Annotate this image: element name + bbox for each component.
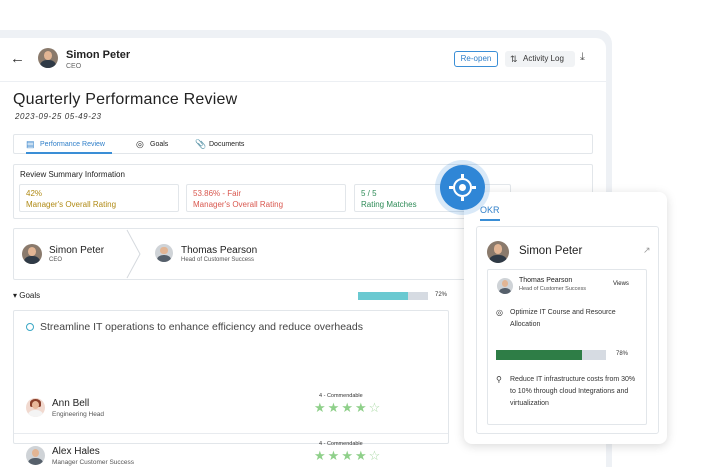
- goals-section-header[interactable]: ▾ Goals 72%: [13, 290, 453, 304]
- summary-card-value: 53.86% - Fair: [193, 189, 242, 198]
- reviewer-name: Simon Peter: [49, 245, 105, 256]
- summary-card-label: Rating Matches: [361, 200, 417, 209]
- activity-log-label: Activity Log: [523, 54, 564, 63]
- goals-progress-label: 72%: [435, 292, 448, 298]
- goals-progress-bar: [358, 292, 428, 300]
- avatar: [22, 244, 42, 264]
- review-icon: ▤: [26, 139, 35, 149]
- member-role: Engineering Head: [52, 411, 105, 418]
- user-name: Simon Peter: [66, 49, 131, 61]
- avatar: [38, 48, 58, 68]
- tab-label: Goals: [150, 141, 169, 148]
- star-filled-icon[interactable]: ★: [314, 400, 328, 415]
- star-empty-icon[interactable]: ☆: [369, 448, 383, 463]
- okr-member-name: Thomas Pearson: [519, 277, 573, 284]
- goal-objective-card: Streamline IT operations to enhance effi…: [13, 310, 449, 466]
- rating-label: 4 - Commendable: [319, 441, 363, 447]
- chevron-right-icon: [126, 229, 141, 279]
- okr-key-result-text: Reduce IT infrastructure costs from 30% …: [510, 376, 636, 407]
- summary-card-label: Manager's Overall Rating: [193, 200, 284, 209]
- member-name: Ann Bell: [52, 398, 90, 409]
- summary-card: 42% Manager's Overall Rating: [19, 184, 179, 212]
- summary-title: Review Summary Information: [20, 170, 125, 179]
- star-rating[interactable]: ★★★★☆: [314, 400, 382, 416]
- summary-card-value: 5 / 5: [361, 189, 377, 198]
- okr-objective-text: Optimize IT Course and Resource Allocati…: [510, 309, 616, 328]
- star-filled-icon[interactable]: ★: [341, 448, 355, 463]
- objective-text: Streamline IT operations to enhance effi…: [40, 321, 363, 333]
- member-name: Alex Hales: [52, 446, 100, 457]
- arrow-left-icon[interactable]: ←: [10, 51, 25, 67]
- tab-label: Performance Review: [40, 141, 105, 148]
- avatar: [26, 398, 45, 417]
- okr-progress-fill: [496, 350, 582, 360]
- top-bar: ← Simon Peter CEO Re-open ⇅ Activity Log…: [0, 38, 606, 82]
- search-icon: ⚲: [496, 375, 502, 384]
- expand-icon[interactable]: ↗: [643, 245, 651, 256]
- user-role: CEO: [66, 63, 82, 70]
- reviewer-role: CEO: [49, 257, 63, 263]
- okr-member-role: Head of Customer Success: [519, 286, 586, 292]
- page-date: 2023-09-25 05-49-23: [15, 112, 102, 121]
- star-filled-icon[interactable]: ★: [328, 448, 342, 463]
- tab-okr[interactable]: OKR: [480, 205, 500, 221]
- okr-detail-card: Thomas Pearson Head of Customer Success …: [487, 269, 647, 425]
- okr-progress-label: 78%: [616, 351, 629, 357]
- okr-owner-name: Simon Peter: [519, 245, 583, 257]
- avatar: [497, 278, 513, 294]
- star-filled-icon[interactable]: ★: [355, 400, 369, 415]
- avatar: [487, 241, 509, 263]
- paperclip-icon: 📎: [195, 139, 207, 149]
- member-row: Alex Hales Manager Customer Success 4 - …: [14, 433, 448, 467]
- rating-label: 4 - Commendable: [319, 393, 363, 399]
- target-icon: ◎: [496, 308, 503, 317]
- star-filled-icon[interactable]: ★: [355, 448, 369, 463]
- target-icon: ◎: [136, 139, 144, 149]
- goals-label: ▾ Goals: [13, 291, 41, 300]
- star-filled-icon[interactable]: ★: [328, 400, 342, 415]
- tab-bar: ▤ Performance Review ◎ Goals 📎 Documents: [13, 134, 593, 154]
- summary-card-value: 42%: [26, 189, 43, 198]
- okr-card: Simon Peter ↗ Thomas Pearson Head of Cus…: [476, 226, 659, 434]
- member-row: Ann Bell Engineering Head 4 - Commendabl…: [14, 386, 448, 432]
- okr-panel: OKR Simon Peter ↗ Thomas Pearson Head of…: [464, 192, 667, 444]
- target-icon[interactable]: [440, 165, 485, 210]
- objective-circle-icon: [26, 323, 34, 331]
- okr-progress-bar: [496, 350, 606, 360]
- summary-card: 53.86% - Fair Manager's Overall Rating: [186, 184, 346, 212]
- reopen-button[interactable]: Re-open: [454, 51, 498, 67]
- activity-log-button[interactable]: ⇅ Activity Log: [505, 51, 575, 67]
- tab-performance-review[interactable]: ▤ Performance Review: [26, 135, 112, 154]
- star-rating[interactable]: ★★★★☆: [314, 448, 382, 464]
- avatar: [155, 244, 173, 262]
- tab-goals[interactable]: ◎ Goals: [136, 135, 176, 154]
- goals-progress-fill: [358, 292, 409, 300]
- okr-objective: ◎ Optimize IT Course and Resource Alloca…: [496, 307, 636, 331]
- tab-documents[interactable]: 📎 Documents: [195, 135, 255, 154]
- reviewee-role: Head of Customer Success: [181, 257, 255, 263]
- avatar: [26, 446, 45, 465]
- member-role: Manager Customer Success: [52, 459, 135, 466]
- page-title: Quarterly Performance Review: [13, 91, 238, 108]
- summary-card-label: Manager's Overall Rating: [26, 200, 117, 209]
- views-link[interactable]: Views: [613, 281, 629, 287]
- tab-label: Documents: [209, 141, 245, 148]
- download-icon[interactable]: ⤓: [580, 51, 585, 64]
- reviewee-name: Thomas Pearson: [181, 245, 258, 256]
- star-empty-icon[interactable]: ☆: [369, 400, 383, 415]
- star-filled-icon[interactable]: ★: [341, 400, 355, 415]
- star-filled-icon[interactable]: ★: [314, 448, 328, 463]
- activity-icon: ⇅: [510, 54, 518, 64]
- okr-key-result: ⚲ Reduce IT infrastructure costs from 30…: [496, 374, 636, 410]
